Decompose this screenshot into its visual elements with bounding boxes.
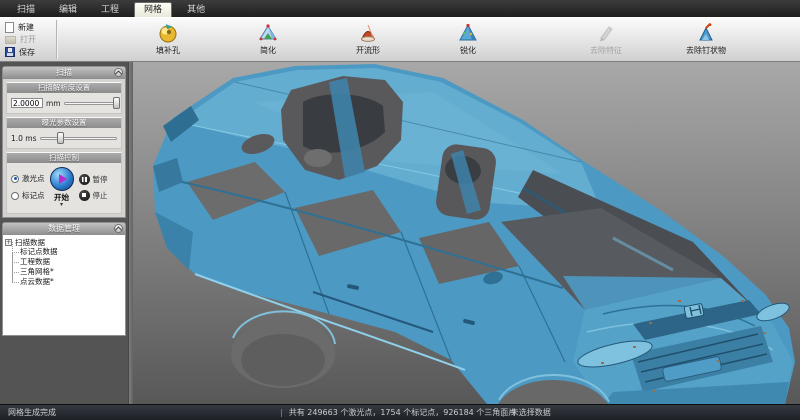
mesh-tools-group: 填补孔 简化 开流形 — [58, 18, 738, 61]
open-file-icon — [5, 36, 16, 44]
remove-feature-button: 去除特征 — [574, 23, 638, 56]
status-message: 网格生成完成 — [8, 405, 56, 420]
status-selection-text: 未选择数据 — [511, 408, 551, 417]
car-mesh-render — [133, 62, 800, 404]
data-panel-header: 数据管理 — [3, 223, 125, 235]
menu-tab-scan[interactable]: 扫描 — [8, 3, 44, 17]
remove-feature-icon — [596, 23, 616, 43]
menu-tab-mesh[interactable]: 网格 — [134, 2, 172, 17]
resolution-group-title: 扫描解析度设置 — [7, 83, 121, 93]
pause-label: 暂停 — [93, 174, 108, 185]
new-file-icon — [5, 22, 14, 33]
exposure-group: 曝光参数设置 1.0 ms — [6, 117, 122, 149]
remove-spikes-label: 去除钉状物 — [686, 45, 726, 56]
resolution-slider-groove — [64, 102, 117, 105]
status-counts: |共有 249663 个激光点，1754 个标记点，926184 个三角面片 — [280, 405, 516, 420]
scan-control-group: 扫描控制 激光点 标记点 — [6, 152, 122, 214]
stop-label: 停止 — [93, 190, 108, 201]
pause-button[interactable]: 暂停 — [79, 174, 108, 185]
sharpen-label: 锐化 — [460, 45, 476, 56]
menu-tab-project[interactable]: 工程 — [92, 3, 128, 17]
status-separator: | — [280, 408, 283, 417]
chevron-up-icon — [115, 226, 122, 233]
resolution-input[interactable] — [11, 98, 43, 108]
chevron-up-icon — [115, 70, 122, 77]
remove-spikes-icon — [696, 23, 716, 43]
open-manifold-label: 开流形 — [356, 45, 380, 56]
simplify-icon — [258, 23, 278, 43]
stop-button[interactable]: 停止 — [79, 190, 108, 201]
laser-point-label: 激光点 — [22, 173, 45, 184]
tree-root-scan-data[interactable]: 扫描数据 — [5, 237, 125, 247]
start-dropdown-caret[interactable]: ▾ — [60, 203, 63, 207]
scan-panel-collapse-button[interactable] — [114, 68, 123, 77]
remove-spikes-button[interactable]: 去除钉状物 — [674, 23, 738, 56]
open-manifold-icon — [358, 23, 378, 43]
status-counts-text: 共有 249663 个激光点，1754 个标记点，926184 个三角面片 — [289, 408, 517, 417]
tree-root-label: 扫描数据 — [15, 237, 45, 248]
exposure-value-label: 1.0 ms — [11, 134, 37, 143]
marker-point-radio[interactable]: 标记点 — [11, 190, 45, 201]
marker-point-label: 标记点 — [22, 190, 45, 201]
stop-icon — [79, 190, 90, 201]
radio-unselected-icon — [11, 192, 19, 200]
open-manifold-button[interactable]: 开流形 — [336, 23, 400, 56]
resolution-unit-label: mm — [46, 99, 61, 108]
tree-item-project-data[interactable]: 工程数据 — [10, 257, 125, 267]
exposure-slider[interactable] — [40, 132, 117, 144]
start-scan-button[interactable] — [50, 167, 74, 191]
play-icon — [59, 174, 67, 184]
exposure-group-title: 曝光参数设置 — [7, 118, 121, 128]
left-dock: 扫描 扫描解析度设置 mm 曝光参数设置 — [0, 62, 128, 404]
sharpen-button[interactable]: 锐化 — [436, 23, 500, 56]
menu-tab-edit[interactable]: 编辑 — [50, 3, 86, 17]
status-selection: | 未选择数据 — [502, 405, 551, 420]
exposure-slider-groove — [40, 137, 117, 140]
laser-point-radio[interactable]: 激光点 — [11, 173, 45, 184]
resolution-slider-handle[interactable] — [113, 97, 120, 109]
data-panel-title: 数据管理 — [48, 224, 80, 233]
data-management-panel: 数据管理 扫描数据 标记点数据 工程数据 三角网格* 点云数据* — [2, 222, 126, 336]
ribbon-toolbar: 新建 打开 保存 填补孔 — [0, 17, 800, 62]
tree-item-point-cloud[interactable]: 点云数据* — [10, 277, 125, 287]
radio-selected-icon — [11, 175, 19, 183]
remove-feature-label: 去除特征 — [590, 45, 622, 56]
tree-expand-icon[interactable] — [5, 239, 12, 246]
open-button: 打开 — [5, 34, 56, 46]
resolution-slider[interactable] — [64, 97, 117, 109]
scan-control-title: 扫描控制 — [7, 153, 121, 163]
resolution-group: 扫描解析度设置 mm — [6, 82, 122, 114]
file-button-group: 新建 打开 保存 — [0, 18, 56, 61]
save-icon — [5, 47, 15, 57]
save-button-label: 保存 — [19, 47, 35, 58]
scan-panel-header: 扫描 — [3, 67, 125, 79]
simplify-button[interactable]: 简化 — [236, 23, 300, 56]
status-bar: 网格生成完成 |共有 249663 个激光点，1754 个标记点，926184 … — [0, 404, 800, 420]
menu-bar: 扫描 编辑 工程 网格 其他 — [0, 0, 800, 17]
fill-holes-icon — [158, 23, 178, 43]
new-button-label: 新建 — [18, 22, 34, 33]
status-separator: | — [502, 408, 505, 417]
scan-panel: 扫描 扫描解析度设置 mm 曝光参数设置 — [2, 66, 126, 218]
open-button-label: 打开 — [20, 34, 36, 45]
simplify-label: 简化 — [260, 45, 276, 56]
3d-viewport[interactable] — [133, 62, 800, 404]
data-panel-collapse-button[interactable] — [114, 224, 123, 233]
new-button[interactable]: 新建 — [5, 21, 56, 33]
save-button[interactable]: 保存 — [5, 46, 56, 58]
tree-item-triangle-mesh[interactable]: 三角网格* — [10, 267, 125, 277]
menu-tab-other[interactable]: 其他 — [178, 3, 214, 17]
application-window: 扫描 编辑 工程 网格 其他 新建 打开 保存 — [0, 0, 800, 420]
fill-holes-button[interactable]: 填补孔 — [136, 23, 200, 56]
data-tree: 扫描数据 标记点数据 工程数据 三角网格* 点云数据* — [3, 235, 125, 335]
tree-item-marker-data[interactable]: 标记点数据 — [10, 247, 125, 257]
sharpen-icon — [458, 23, 478, 43]
fill-holes-label: 填补孔 — [156, 45, 180, 56]
exposure-slider-handle[interactable] — [57, 132, 64, 144]
scan-panel-title: 扫描 — [56, 68, 72, 77]
pause-icon — [79, 174, 90, 185]
